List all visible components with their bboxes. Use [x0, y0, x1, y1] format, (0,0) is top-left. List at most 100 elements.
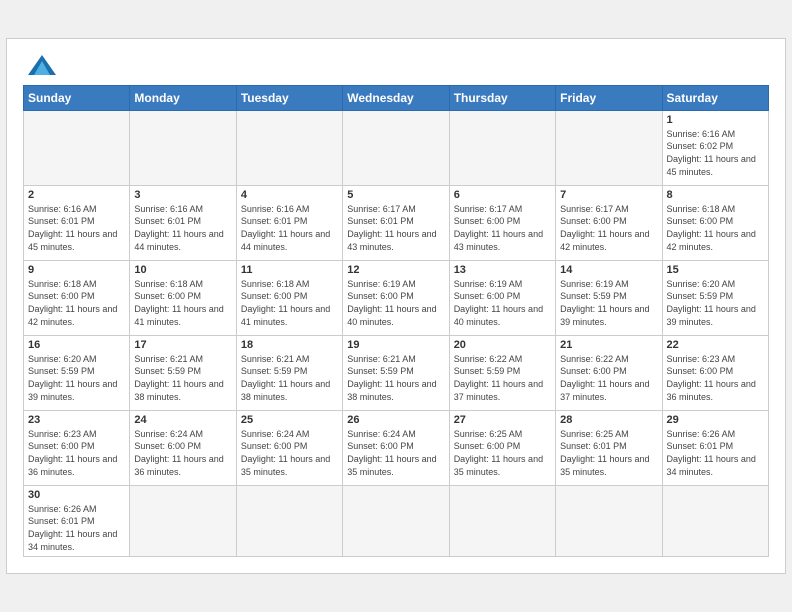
- calendar-cell: 6 Sunrise: 6:17 AM Sunset: 6:00 PM Daylig…: [449, 185, 555, 260]
- calendar-week-row: 1 Sunrise: 6:16 AM Sunset: 6:02 PM Daylig…: [24, 110, 769, 185]
- day-number: 29: [667, 414, 764, 426]
- day-number: 4: [241, 189, 338, 201]
- calendar-cell: [236, 485, 342, 556]
- day-number: 8: [667, 189, 764, 201]
- calendar-day-header: Saturday: [662, 85, 768, 110]
- day-number: 10: [134, 264, 231, 276]
- calendar-cell: 16 Sunrise: 6:20 AM Sunset: 5:59 PM Dayli…: [24, 335, 130, 410]
- calendar-cell: 11 Sunrise: 6:18 AM Sunset: 6:00 PM Dayli…: [236, 260, 342, 335]
- day-info: Sunrise: 6:19 AM Sunset: 6:00 PM Dayligh…: [454, 278, 551, 328]
- calendar-header-row: SundayMondayTuesdayWednesdayThursdayFrid…: [24, 85, 769, 110]
- day-number: 30: [28, 489, 125, 501]
- calendar-day-header: Thursday: [449, 85, 555, 110]
- day-number: 3: [134, 189, 231, 201]
- day-number: 18: [241, 339, 338, 351]
- day-number: 7: [560, 189, 657, 201]
- day-info: Sunrise: 6:21 AM Sunset: 5:59 PM Dayligh…: [241, 353, 338, 403]
- day-number: 26: [347, 414, 444, 426]
- calendar-cell: 7 Sunrise: 6:17 AM Sunset: 6:00 PM Daylig…: [556, 185, 662, 260]
- calendar-cell: 29 Sunrise: 6:26 AM Sunset: 6:01 PM Dayli…: [662, 410, 768, 485]
- day-number: 1: [667, 114, 764, 126]
- calendar-cell: [662, 485, 768, 556]
- calendar-cell: 8Sunrise: 6:18 AM Sunset: 6:00 PM Daylig…: [662, 185, 768, 260]
- calendar-cell: 21Sunrise: 6:22 AM Sunset: 6:00 PM Dayli…: [556, 335, 662, 410]
- calendar-cell: 27 Sunrise: 6:25 AM Sunset: 6:00 PM Dayli…: [449, 410, 555, 485]
- calendar-cell: 30 Sunrise: 6:26 AM Sunset: 6:01 PM Dayli…: [24, 485, 130, 556]
- day-info: Sunrise: 6:24 AM Sunset: 6:00 PM Dayligh…: [347, 428, 444, 478]
- calendar-cell: 12Sunrise: 6:19 AM Sunset: 6:00 PM Dayli…: [343, 260, 449, 335]
- day-info: Sunrise: 6:26 AM Sunset: 6:01 PM Dayligh…: [28, 503, 125, 553]
- day-number: 19: [347, 339, 444, 351]
- calendar-cell: 24 Sunrise: 6:24 AM Sunset: 6:00 PM Dayli…: [130, 410, 236, 485]
- day-info: Sunrise: 6:23 AM Sunset: 6:00 PM Dayligh…: [667, 353, 764, 403]
- calendar-day-header: Sunday: [24, 85, 130, 110]
- logo-area: [23, 55, 58, 75]
- day-info: Sunrise: 6:26 AM Sunset: 6:01 PM Dayligh…: [667, 428, 764, 478]
- calendar-cell: [130, 485, 236, 556]
- calendar-cell: 2 Sunrise: 6:16 AM Sunset: 6:01 PM Daylig…: [24, 185, 130, 260]
- calendar-cell: [343, 485, 449, 556]
- day-number: 12: [347, 264, 444, 276]
- day-info: Sunrise: 6:18 AM Sunset: 6:00 PM Dayligh…: [241, 278, 338, 328]
- calendar-day-header: Tuesday: [236, 85, 342, 110]
- logo: [23, 55, 58, 75]
- day-info: Sunrise: 6:16 AM Sunset: 6:01 PM Dayligh…: [28, 203, 125, 253]
- day-info: Sunrise: 6:17 AM Sunset: 6:00 PM Dayligh…: [560, 203, 657, 253]
- day-info: Sunrise: 6:16 AM Sunset: 6:01 PM Dayligh…: [241, 203, 338, 253]
- day-info: Sunrise: 6:18 AM Sunset: 6:00 PM Dayligh…: [28, 278, 125, 328]
- day-info: Sunrise: 6:23 AM Sunset: 6:00 PM Dayligh…: [28, 428, 125, 478]
- calendar-cell: [24, 110, 130, 185]
- day-number: 27: [454, 414, 551, 426]
- calendar-cell: 9 Sunrise: 6:18 AM Sunset: 6:00 PM Daylig…: [24, 260, 130, 335]
- day-number: 5: [347, 189, 444, 201]
- calendar-cell: [449, 110, 555, 185]
- day-number: 11: [241, 264, 338, 276]
- calendar-cell: 25Sunrise: 6:24 AM Sunset: 6:00 PM Dayli…: [236, 410, 342, 485]
- day-info: Sunrise: 6:21 AM Sunset: 5:59 PM Dayligh…: [134, 353, 231, 403]
- calendar-cell: 18 Sunrise: 6:21 AM Sunset: 5:59 PM Dayli…: [236, 335, 342, 410]
- calendar-cell: 23Sunrise: 6:23 AM Sunset: 6:00 PM Dayli…: [24, 410, 130, 485]
- day-number: 9: [28, 264, 125, 276]
- calendar-week-row: 23Sunrise: 6:23 AM Sunset: 6:00 PM Dayli…: [24, 410, 769, 485]
- day-number: 17: [134, 339, 231, 351]
- day-info: Sunrise: 6:20 AM Sunset: 5:59 PM Dayligh…: [28, 353, 125, 403]
- day-number: 16: [28, 339, 125, 351]
- calendar-week-row: 30 Sunrise: 6:26 AM Sunset: 6:01 PM Dayli…: [24, 485, 769, 556]
- calendar-day-header: Monday: [130, 85, 236, 110]
- day-info: Sunrise: 6:24 AM Sunset: 6:00 PM Dayligh…: [134, 428, 231, 478]
- header: [23, 55, 769, 75]
- calendar-cell: 19Sunrise: 6:21 AM Sunset: 5:59 PM Dayli…: [343, 335, 449, 410]
- day-number: 6: [454, 189, 551, 201]
- calendar-week-row: 9 Sunrise: 6:18 AM Sunset: 6:00 PM Daylig…: [24, 260, 769, 335]
- day-number: 20: [454, 339, 551, 351]
- calendar-cell: [130, 110, 236, 185]
- calendar-cell: [556, 485, 662, 556]
- day-number: 21: [560, 339, 657, 351]
- day-number: 22: [667, 339, 764, 351]
- calendar-cell: 14Sunrise: 6:19 AM Sunset: 5:59 PM Dayli…: [556, 260, 662, 335]
- day-info: Sunrise: 6:20 AM Sunset: 5:59 PM Dayligh…: [667, 278, 764, 328]
- calendar-cell: 5Sunrise: 6:17 AM Sunset: 6:01 PM Daylig…: [343, 185, 449, 260]
- day-info: Sunrise: 6:25 AM Sunset: 6:01 PM Dayligh…: [560, 428, 657, 478]
- calendar-week-row: 16 Sunrise: 6:20 AM Sunset: 5:59 PM Dayli…: [24, 335, 769, 410]
- day-number: 13: [454, 264, 551, 276]
- day-info: Sunrise: 6:17 AM Sunset: 6:00 PM Dayligh…: [454, 203, 551, 253]
- calendar-cell: 10 Sunrise: 6:18 AM Sunset: 6:00 PM Dayli…: [130, 260, 236, 335]
- day-number: 28: [560, 414, 657, 426]
- calendar-day-header: Wednesday: [343, 85, 449, 110]
- day-info: Sunrise: 6:18 AM Sunset: 6:00 PM Dayligh…: [134, 278, 231, 328]
- calendar-cell: 17 Sunrise: 6:21 AM Sunset: 5:59 PM Dayli…: [130, 335, 236, 410]
- calendar-table: SundayMondayTuesdayWednesdayThursdayFrid…: [23, 85, 769, 557]
- calendar-cell: 22 Sunrise: 6:23 AM Sunset: 6:00 PM Dayli…: [662, 335, 768, 410]
- day-number: 24: [134, 414, 231, 426]
- day-number: 25: [241, 414, 338, 426]
- day-info: Sunrise: 6:16 AM Sunset: 6:02 PM Dayligh…: [667, 128, 764, 178]
- calendar-cell: 28 Sunrise: 6:25 AM Sunset: 6:01 PM Dayli…: [556, 410, 662, 485]
- calendar-cell: [449, 485, 555, 556]
- calendar-cell: 3Sunrise: 6:16 AM Sunset: 6:01 PM Daylig…: [130, 185, 236, 260]
- calendar-week-row: 2 Sunrise: 6:16 AM Sunset: 6:01 PM Daylig…: [24, 185, 769, 260]
- day-info: Sunrise: 6:25 AM Sunset: 6:00 PM Dayligh…: [454, 428, 551, 478]
- logo-icon: [28, 55, 56, 75]
- calendar-cell: 13 Sunrise: 6:19 AM Sunset: 6:00 PM Dayli…: [449, 260, 555, 335]
- day-number: 2: [28, 189, 125, 201]
